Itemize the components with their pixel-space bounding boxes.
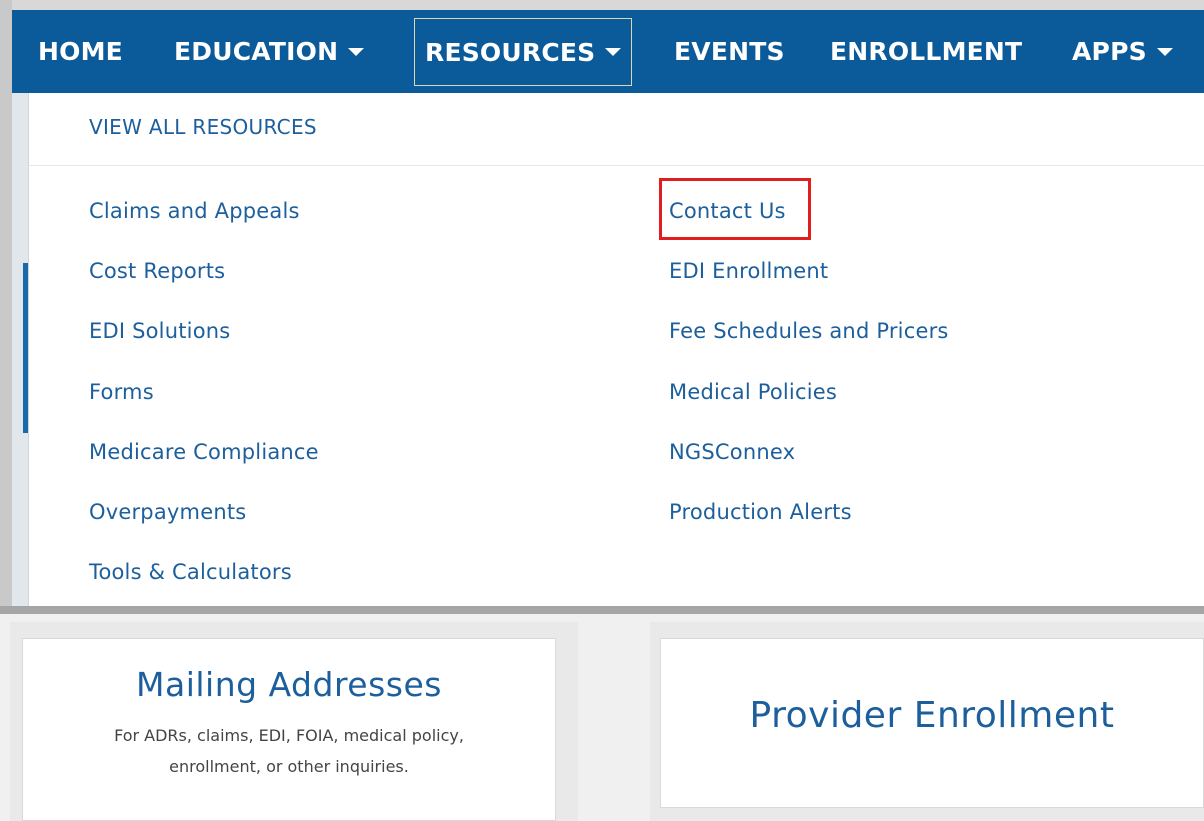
mailing-card-wrapper: Mailing Addresses For ADRs, claims, EDI,… xyxy=(10,622,578,821)
mailing-addresses-desc-line2: enrollment, or other inquiries. xyxy=(169,757,409,776)
background-edge xyxy=(12,93,28,606)
nav-enrollment[interactable]: ENROLLMENT xyxy=(830,10,1022,93)
nav-home[interactable]: HOME xyxy=(38,10,123,93)
menu-link-tools-calculators[interactable]: Tools & Calculators xyxy=(89,560,292,584)
nav-enrollment-label: ENROLLMENT xyxy=(830,37,1023,66)
nav-apps-label: APPS xyxy=(1072,37,1147,66)
caret-down-icon xyxy=(605,48,622,56)
mailing-addresses-title: Mailing Addresses xyxy=(136,665,442,704)
provider-card-wrapper: Provider Enrollment xyxy=(650,622,1204,821)
nav-education-label: EDUCATION xyxy=(174,37,339,66)
menu-link-fee-schedules-and-pricers[interactable]: Fee Schedules and Pricers xyxy=(669,319,949,343)
nav-resources-label: RESOURCES xyxy=(425,37,596,67)
menu-link-medical-policies[interactable]: Medical Policies xyxy=(669,380,837,404)
mailing-addresses-desc-line1: For ADRs, claims, EDI, FOIA, medical pol… xyxy=(114,726,464,745)
menu-link-edi-enrollment[interactable]: EDI Enrollment xyxy=(669,259,828,283)
menu-link-edi-solutions[interactable]: EDI Solutions xyxy=(89,319,230,343)
nav-events[interactable]: EVENTS xyxy=(674,10,785,93)
menu-link-claims-and-appeals[interactable]: Claims and Appeals xyxy=(89,199,300,223)
menu-link-medicare-compliance[interactable]: Medicare Compliance xyxy=(89,440,319,464)
caret-down-icon xyxy=(1156,47,1173,56)
resources-dropdown-menu: VIEW ALL RESOURCES Claims and Appeals Co… xyxy=(28,93,1204,606)
main-navbar: HOME EDUCATION RESOURCES EVENTS ENROLLME… xyxy=(12,10,1204,93)
menu-link-contact-us[interactable]: Contact Us xyxy=(669,199,786,223)
mailing-addresses-card[interactable]: Mailing Addresses For ADRs, claims, EDI,… xyxy=(22,638,556,821)
dropdown-bottom-border xyxy=(0,606,1204,614)
nav-apps[interactable]: APPS xyxy=(1072,10,1173,93)
menu-link-forms[interactable]: Forms xyxy=(89,380,154,404)
nav-education[interactable]: EDUCATION xyxy=(174,10,365,93)
nav-events-label: EVENTS xyxy=(674,37,785,66)
menu-link-ngsconnex[interactable]: NGSConnex xyxy=(669,440,795,464)
view-all-resources-link[interactable]: VIEW ALL RESOURCES xyxy=(89,115,317,139)
nav-home-label: HOME xyxy=(38,37,123,66)
provider-enrollment-title: Provider Enrollment xyxy=(749,695,1115,736)
provider-enrollment-card[interactable]: Provider Enrollment xyxy=(660,638,1204,808)
menu-divider xyxy=(29,165,1204,166)
frame-top xyxy=(0,0,1204,10)
frame-left xyxy=(0,0,12,610)
menu-link-overpayments[interactable]: Overpayments xyxy=(89,500,246,524)
menu-link-production-alerts[interactable]: Production Alerts xyxy=(669,500,852,524)
menu-link-cost-reports[interactable]: Cost Reports xyxy=(89,259,225,283)
page: HOME EDUCATION RESOURCES EVENTS ENROLLME… xyxy=(0,0,1204,821)
caret-down-icon xyxy=(348,47,365,56)
nav-resources[interactable]: RESOURCES xyxy=(414,18,633,86)
